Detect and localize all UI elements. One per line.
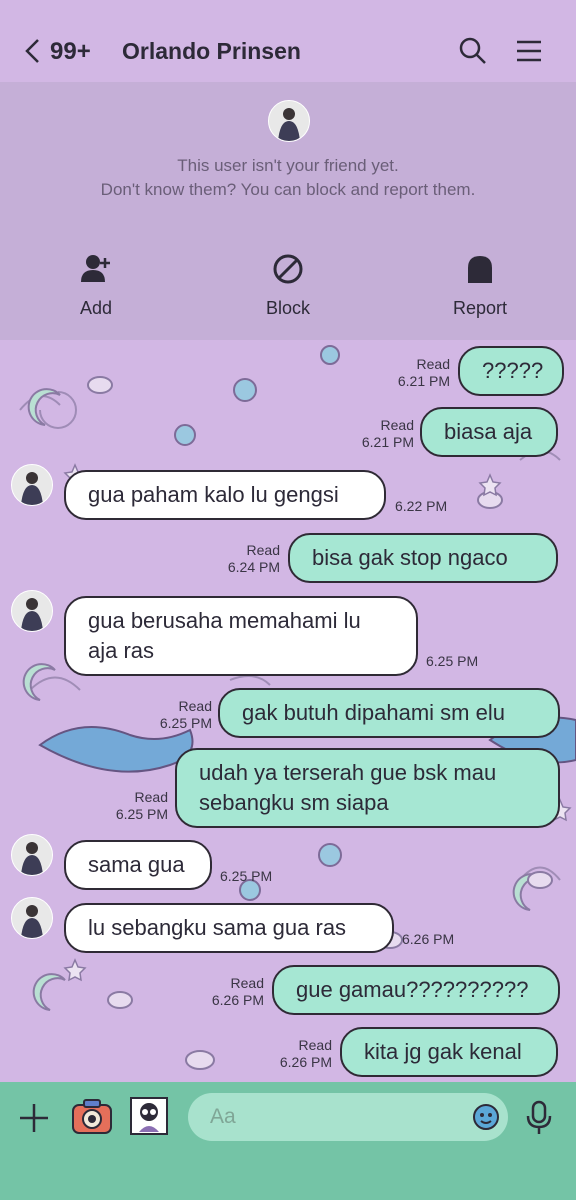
- outgoing-message[interactable]: gak butuh dipahami sm elu: [218, 688, 560, 738]
- outgoing-message[interactable]: ?????: [458, 346, 564, 396]
- gallery-icon[interactable]: [129, 1096, 169, 1136]
- avatar-photo: [12, 898, 52, 938]
- message-time: 6.26 PM: [402, 931, 455, 947]
- block-icon: [273, 254, 303, 284]
- sender-avatar[interactable]: [11, 834, 53, 876]
- sender-avatar[interactable]: [11, 590, 53, 632]
- avatar-photo: [12, 591, 52, 631]
- outgoing-message[interactable]: bisa gak stop ngaco: [288, 533, 558, 583]
- outgoing-message[interactable]: kita jg gak kenal: [340, 1027, 558, 1077]
- incoming-message[interactable]: sama gua: [64, 840, 212, 890]
- message-status: Read 6.25 PM: [115, 789, 168, 822]
- message-input[interactable]: Aa: [188, 1093, 508, 1141]
- message-time: 6.25 PM: [220, 868, 273, 884]
- add-label: Add: [79, 298, 113, 318]
- message-status: Read 6.21 PM: [397, 356, 450, 389]
- incoming-message[interactable]: lu sebangku sama gua ras: [64, 903, 394, 953]
- block-button[interactable]: Block: [218, 252, 358, 319]
- add-friend-icon: [81, 255, 110, 282]
- report-button[interactable]: Report: [410, 252, 550, 319]
- chat-header: 99+ Orlando Prinsen: [0, 0, 576, 80]
- avatar-photo: [12, 835, 52, 875]
- back-chevron-icon[interactable]: [22, 36, 44, 66]
- menu-icon[interactable]: [514, 36, 544, 66]
- contact-name-title[interactable]: Orlando Prinsen: [122, 38, 301, 65]
- notice-line-2: Don't know them? You can block and repor…: [100, 180, 476, 199]
- contact-avatar[interactable]: [268, 100, 310, 142]
- report-label: Report: [452, 298, 508, 318]
- emoji-icon[interactable]: [472, 1103, 500, 1131]
- incoming-message[interactable]: gua paham kalo lu gengsi: [64, 470, 386, 520]
- outgoing-message[interactable]: biasa aja: [420, 407, 558, 457]
- message-status: Read 6.26 PM: [279, 1037, 332, 1070]
- plus-icon[interactable]: [18, 1102, 50, 1134]
- message-time: 6.22 PM: [395, 498, 448, 514]
- sender-avatar[interactable]: [11, 897, 53, 939]
- camera-icon[interactable]: [72, 1097, 112, 1135]
- sender-avatar[interactable]: [11, 464, 53, 506]
- message-input-placeholder: Aa: [210, 1105, 236, 1128]
- outgoing-message[interactable]: gue gamau??????????: [272, 965, 560, 1015]
- message-status: Read 6.24 PM: [227, 542, 280, 575]
- microphone-icon[interactable]: [526, 1100, 552, 1136]
- block-label: Block: [265, 298, 310, 318]
- avatar-photo: [12, 465, 52, 505]
- message-status: Read 6.26 PM: [211, 975, 264, 1008]
- incoming-message[interactable]: gua berusaha memahami lu aja ras: [64, 596, 418, 676]
- notice-line-1: This user isn't your friend yet.: [177, 156, 399, 175]
- message-status: Read 6.25 PM: [159, 698, 212, 731]
- avatar-photo: [269, 101, 309, 141]
- add-friend-button[interactable]: Add: [26, 252, 166, 319]
- unread-count-badge[interactable]: 99+: [50, 38, 91, 66]
- message-status: Read 6.21 PM: [361, 417, 414, 450]
- search-icon[interactable]: [458, 36, 488, 66]
- report-icon: [468, 256, 492, 283]
- outgoing-message[interactable]: udah ya terserah gue bsk mau sebangku sm …: [175, 748, 560, 828]
- message-time: 6.25 PM: [426, 653, 479, 669]
